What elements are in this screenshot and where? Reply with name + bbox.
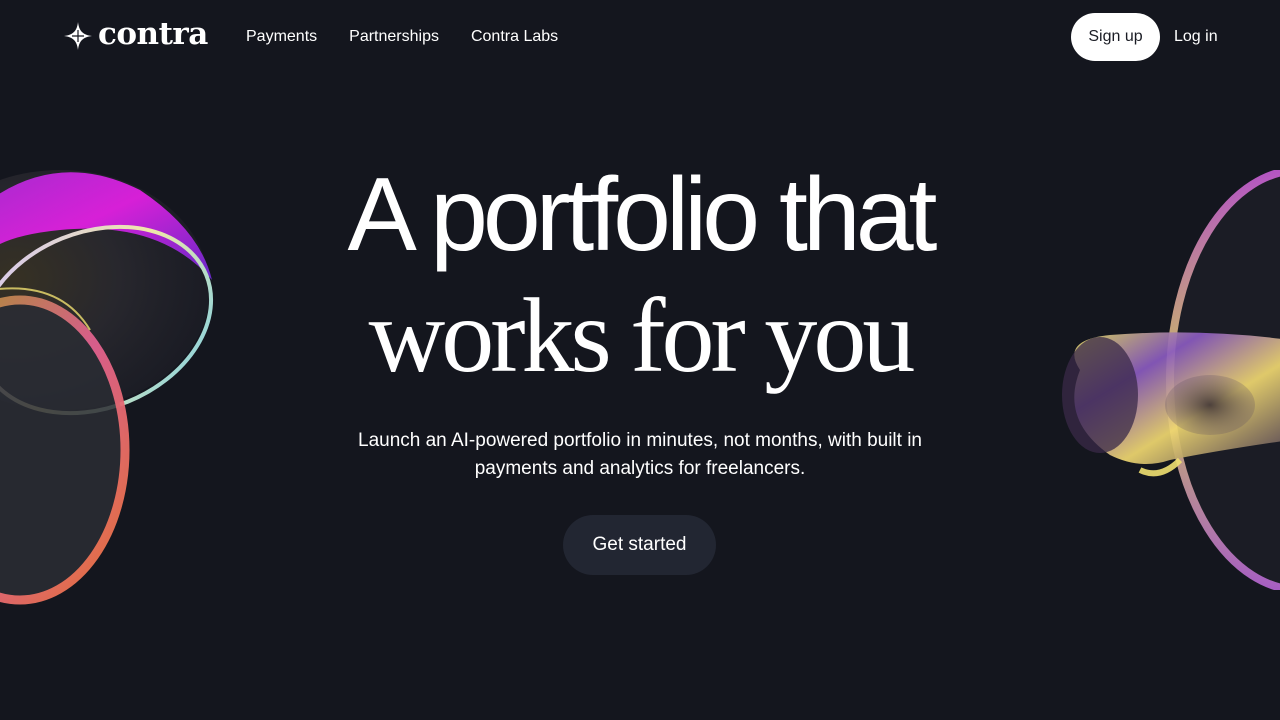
primary-nav: Payments Partnerships Contra Labs [246, 25, 590, 49]
get-started-button[interactable]: Get started [563, 515, 716, 575]
four-point-star-icon [64, 22, 92, 50]
nav-link-payments[interactable]: Payments [246, 25, 317, 49]
log-in-link[interactable]: Log in [1174, 25, 1218, 49]
nav-link-contra-labs[interactable]: Contra Labs [471, 25, 558, 49]
brand-name: contra [98, 16, 208, 52]
sign-up-button[interactable]: Sign up [1071, 13, 1160, 61]
nav-link-partnerships[interactable]: Partnerships [349, 25, 439, 49]
decorative-bubble-left [0, 170, 214, 605]
decorative-bubble-right [1062, 170, 1280, 590]
hero-subheading: Launch an AI-powered portfolio in minute… [358, 430, 922, 479]
contra-logo-link[interactable]: contra [64, 16, 208, 54]
top-navigation: contra Payments Partnerships Contra Labs… [0, 0, 1280, 74]
landing-page: contra Payments Partnerships Contra Labs… [0, 0, 1280, 720]
